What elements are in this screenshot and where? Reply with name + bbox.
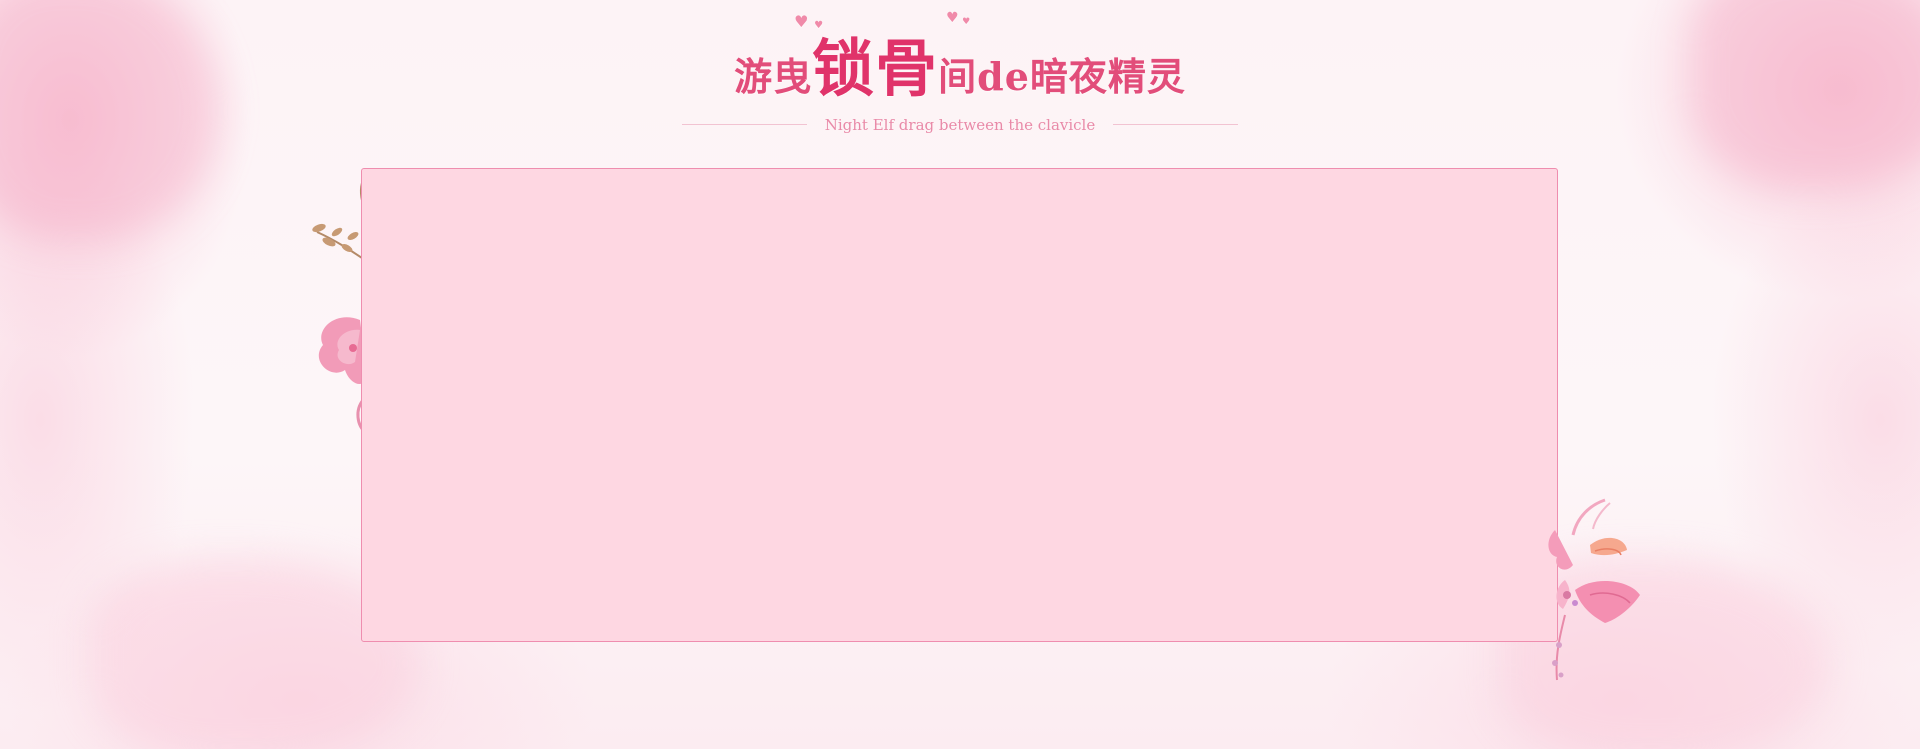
heart-icon: ♥ bbox=[946, 10, 960, 26]
subtitle-divider-right bbox=[1113, 124, 1239, 125]
heart-icon: ♥ bbox=[962, 17, 972, 27]
subtitle: Night Elf drag between the clavicle bbox=[824, 115, 1096, 134]
lily-icon bbox=[1548, 498, 1640, 681]
title-part-1: 游曳 bbox=[734, 54, 813, 99]
heart-icon: ♥ bbox=[794, 12, 810, 31]
page-title: 游曳锁骨间de暗夜精灵 ♥ ♥ ♥ ♥ bbox=[0, 10, 1920, 108]
heart-icon: ♥ bbox=[814, 20, 825, 31]
branch-icon bbox=[312, 179, 366, 261]
subtitle-divider-left bbox=[681, 124, 807, 125]
subtitle-row: Night Elf drag between the clavicle bbox=[0, 114, 1920, 134]
content-panel bbox=[361, 168, 1558, 642]
title-part-3: 间de暗夜精灵 bbox=[938, 54, 1186, 99]
title-part-2: 锁骨 bbox=[812, 32, 939, 105]
page-title-text: 游曳锁骨间de暗夜精灵 ♥ ♥ ♥ ♥ bbox=[734, 10, 1186, 108]
